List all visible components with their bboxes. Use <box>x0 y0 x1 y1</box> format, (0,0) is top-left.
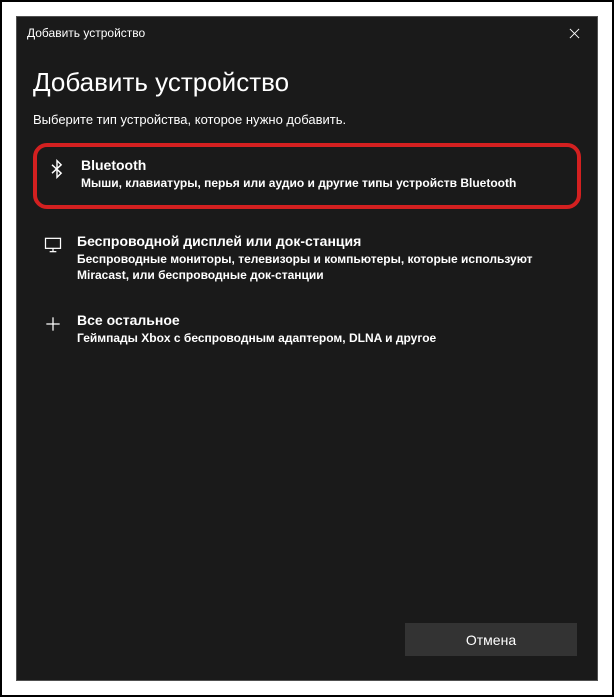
dialog-window: Добавить устройство Добавить устройство … <box>16 16 598 681</box>
close-icon <box>569 28 580 39</box>
option-other-text: Все остальное Геймпады Xbox с беспроводн… <box>77 312 575 346</box>
option-other-desc: Геймпады Xbox с беспроводным адаптером, … <box>77 330 575 346</box>
option-wireless-display[interactable]: Беспроводной дисплей или док-станция Бес… <box>33 223 581 293</box>
option-everything-else[interactable]: Все остальное Геймпады Xbox с беспроводн… <box>33 302 581 356</box>
option-bluetooth-text: Bluetooth Мыши, клавиатуры, перья или ау… <box>81 157 571 191</box>
titlebar: Добавить устройство <box>17 17 597 49</box>
option-bluetooth-desc: Мыши, клавиатуры, перья или аудио и друг… <box>81 175 571 191</box>
option-wireless-desc: Беспроводные мониторы, телевизоры и комп… <box>77 251 575 283</box>
monitor-icon <box>39 233 67 255</box>
option-bluetooth-title: Bluetooth <box>81 157 571 173</box>
dialog-content: Добавить устройство Выберите тип устройс… <box>17 49 597 680</box>
plus-icon <box>39 312 67 334</box>
spacer <box>33 356 581 617</box>
page-subheading: Выберите тип устройства, которое нужно д… <box>33 112 581 127</box>
window-title: Добавить устройство <box>27 26 145 40</box>
option-wireless-title: Беспроводной дисплей или док-станция <box>77 233 575 249</box>
close-button[interactable] <box>551 17 597 49</box>
page-heading: Добавить устройство <box>33 67 581 98</box>
cancel-button[interactable]: Отмена <box>405 623 577 656</box>
option-wireless-text: Беспроводной дисплей или док-станция Бес… <box>77 233 575 283</box>
option-bluetooth[interactable]: Bluetooth Мыши, клавиатуры, перья или ау… <box>33 143 581 209</box>
option-other-title: Все остальное <box>77 312 575 328</box>
bluetooth-icon <box>43 157 71 179</box>
dialog-footer: Отмена <box>33 617 581 660</box>
